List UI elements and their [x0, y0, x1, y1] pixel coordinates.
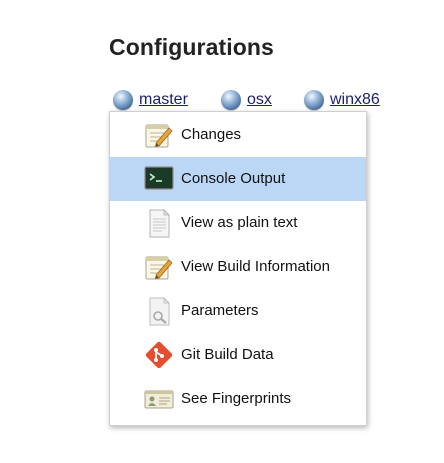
status-ball-icon: [304, 90, 324, 110]
config-link-winx86[interactable]: winx86: [330, 91, 380, 109]
notepad-pencil-icon: [145, 124, 173, 148]
document-icon: [149, 209, 170, 238]
menu-item-see-fingerprints[interactable]: See Fingerprints: [110, 377, 366, 421]
config-winx86[interactable]: winx86: [304, 89, 380, 111]
menu-item-label: Parameters: [181, 302, 259, 319]
document-wrench-icon: [149, 297, 170, 326]
menu-item-label: Changes: [181, 126, 242, 143]
menu-item-label: View Build Information: [181, 258, 330, 275]
menu-item-label: Console Output: [181, 170, 286, 187]
terminal-icon: [144, 166, 174, 190]
status-ball-icon: [113, 90, 133, 110]
menu-item-parameters[interactable]: Parameters: [110, 289, 366, 333]
menu-item-console-output[interactable]: Console Output: [110, 157, 366, 201]
menu-item-changes[interactable]: Changes: [110, 113, 366, 157]
config-link-master[interactable]: master: [139, 91, 188, 109]
menu-item-view-build-information[interactable]: View Build Information: [110, 245, 366, 289]
menu-item-git-build-data[interactable]: Git Build Data: [110, 333, 366, 377]
config-osx[interactable]: osx: [221, 89, 272, 111]
config-link-osx[interactable]: osx: [247, 91, 272, 109]
status-ball-icon: [221, 90, 241, 110]
notepad-pencil-icon: [145, 256, 173, 280]
section-title: Configurations: [109, 34, 274, 60]
configurations-row: master osx winx86: [0, 89, 444, 111]
config-master[interactable]: master: [113, 89, 188, 111]
menu-item-label: Git Build Data: [181, 346, 274, 363]
git-icon: [145, 341, 173, 369]
context-menu: Changes Console Output View as plain tex…: [109, 111, 367, 426]
id-card-icon: [144, 390, 174, 409]
menu-item-label: View as plain text: [181, 214, 298, 231]
menu-item-view-plain-text[interactable]: View as plain text: [110, 201, 366, 245]
page: Configurations master osx winx86 Changes…: [0, 0, 444, 463]
menu-item-label: See Fingerprints: [181, 390, 292, 407]
